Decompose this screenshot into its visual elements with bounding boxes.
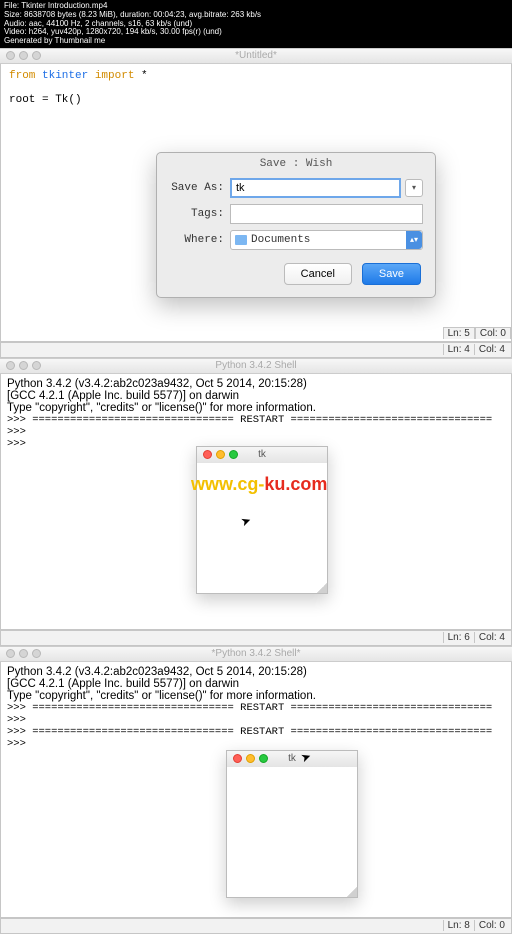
shell-line: Python 3.4.2 (v3.4.2:ab2c023a9432, Oct 5… bbox=[7, 666, 505, 678]
status-ln: Ln: 5 bbox=[443, 327, 475, 339]
code-editor[interactable]: from tkinter import * root = Tk() Save :… bbox=[0, 64, 512, 342]
tags-label: Tags: bbox=[169, 208, 224, 220]
tk-titlebar[interactable]: tk bbox=[227, 751, 357, 767]
shell-line: Python 3.4.2 (v3.4.2:ab2c023a9432, Oct 5… bbox=[7, 378, 505, 390]
status-ln: Ln: 8 bbox=[443, 920, 474, 931]
shell-line: >>> ================================ RES… bbox=[7, 414, 505, 426]
resize-handle-icon[interactable] bbox=[347, 887, 357, 897]
cancel-button[interactable]: Cancel bbox=[284, 263, 352, 285]
shell2-titlebar: *Python 3.4.2 Shell* bbox=[0, 646, 512, 662]
expand-dialog-icon[interactable]: ▾ bbox=[405, 179, 423, 197]
status-col: Col: 4 bbox=[474, 632, 509, 643]
shell1-statusbar: Ln: 6 Col: 4 bbox=[0, 630, 512, 646]
shell1-title: Python 3.4.2 Shell bbox=[0, 360, 512, 371]
status-ln: Ln: 6 bbox=[443, 632, 474, 643]
saveas-input[interactable] bbox=[230, 178, 401, 198]
shell-line: >>> ================================ RES… bbox=[7, 702, 505, 714]
editor-titlebar: *Untitled* bbox=[0, 48, 512, 64]
tk-window[interactable]: tk bbox=[226, 750, 358, 898]
video-metadata-header: File: Tkinter Introduction.mp4 Size: 863… bbox=[0, 0, 512, 48]
code-line: from tkinter import * bbox=[9, 70, 503, 82]
tk-title: tk bbox=[227, 753, 357, 764]
save-button[interactable]: Save bbox=[362, 263, 421, 285]
saveas-label: Save As: bbox=[169, 182, 224, 194]
tk-body bbox=[227, 767, 357, 897]
shell-prompt: >>> bbox=[7, 738, 505, 750]
shell-line: [GCC 4.2.1 (Apple Inc. build 5577)] on d… bbox=[7, 390, 505, 402]
meta-line: Generated by Thumbnail me bbox=[4, 37, 508, 46]
shell2-body[interactable]: Python 3.4.2 (v3.4.2:ab2c023a9432, Oct 5… bbox=[0, 662, 512, 918]
tk-window[interactable]: tk bbox=[196, 446, 328, 594]
shell2-title: *Python 3.4.2 Shell* bbox=[0, 648, 512, 659]
status-ln: Ln: 4 bbox=[443, 344, 474, 355]
shell-prompt: >>> bbox=[7, 714, 505, 726]
status-col: Col: 4 bbox=[474, 344, 509, 355]
shell2-statusbar: Ln: 8 Col: 0 bbox=[0, 918, 512, 934]
save-dialog: Save : Wish Save As: ▾ Tags: Where: Docu… bbox=[156, 152, 436, 298]
tags-input[interactable] bbox=[230, 204, 423, 224]
shell1-body[interactable]: Python 3.4.2 (v3.4.2:ab2c023a9432, Oct 5… bbox=[0, 374, 512, 630]
tk-title: tk bbox=[197, 449, 327, 460]
shell1-titlebar: Python 3.4.2 Shell bbox=[0, 358, 512, 374]
shell-line: Type "copyright", "credits" or "license(… bbox=[7, 402, 505, 414]
shell-prompt: >>> bbox=[7, 426, 505, 438]
code-line bbox=[9, 82, 503, 94]
dialog-title: Save : Wish bbox=[157, 153, 435, 175]
code-line: root = Tk() bbox=[9, 94, 503, 106]
dropdown-arrow-icon[interactable]: ▴▾ bbox=[406, 231, 422, 249]
tk-titlebar[interactable]: tk bbox=[197, 447, 327, 463]
status-col: Col: 0 bbox=[475, 327, 511, 339]
resize-handle-icon[interactable] bbox=[317, 583, 327, 593]
shell-line: >>> ================================ RES… bbox=[7, 726, 505, 738]
where-value: Documents bbox=[251, 234, 310, 246]
shell-line: Type "copyright", "credits" or "license(… bbox=[7, 690, 505, 702]
where-dropdown[interactable]: Documents ▴▾ bbox=[230, 230, 423, 250]
status-col: Col: 0 bbox=[474, 920, 509, 931]
editor-statusbar: Ln: 5 Col: 0 Ln: 4 Col: 4 bbox=[0, 342, 512, 358]
where-label: Where: bbox=[169, 234, 224, 246]
tk-body bbox=[197, 463, 327, 593]
shell-line: [GCC 4.2.1 (Apple Inc. build 5577)] on d… bbox=[7, 678, 505, 690]
folder-icon bbox=[235, 235, 247, 245]
editor-title: *Untitled* bbox=[0, 50, 512, 61]
